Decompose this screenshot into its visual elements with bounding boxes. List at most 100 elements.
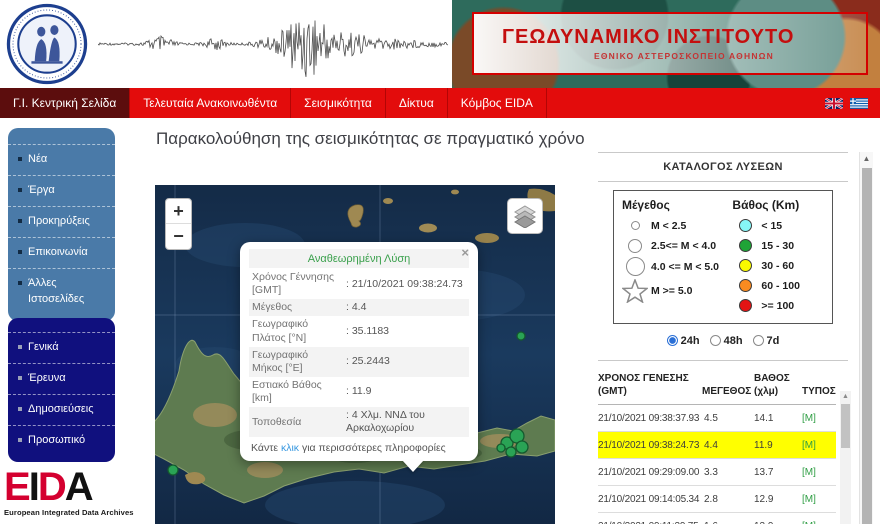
popup-row-value: : 4 Χλμ. ΝΝΔ του Αρκαλοχωρίου — [346, 409, 425, 435]
cell-type: [M] — [802, 493, 816, 505]
depth-circle — [738, 299, 752, 312]
map[interactable]: + − × Αναθεωρημένη Λύση Χρόνος Γέννησης … — [155, 185, 555, 524]
mid-depth-quakes-marker[interactable] — [515, 440, 529, 454]
magnitude-symbol-icon — [622, 221, 648, 230]
legend-magnitude-title: Μέγεθος — [622, 198, 670, 212]
magnitude-symbol-icon — [622, 238, 648, 253]
sidebar-item[interactable]: Προκηρύξεις — [8, 205, 115, 237]
more-info-link[interactable]: κλικ — [281, 442, 299, 454]
legend-depth-title: Βάθος (Km) — [732, 198, 800, 212]
popup-row-label: Γεωγραφικό Πλάτος [°N] — [252, 318, 309, 344]
sidebar-item[interactable]: Γενικά — [8, 332, 115, 363]
cell-type: [M] — [802, 412, 816, 424]
popup-row: Εστιακό Βάθος [km]: 11.9 — [249, 377, 469, 407]
cell-magnitude: 4.4 — [704, 439, 718, 451]
greek-flag-icon[interactable] — [850, 97, 868, 109]
divider — [598, 360, 848, 361]
radio-icon — [709, 335, 721, 346]
sidebar-item[interactable]: Έρευνα — [8, 362, 115, 394]
table-scrollbar-thumb[interactable] — [841, 404, 850, 448]
result-row[interactable]: 21/10/2021 09:14:05.34 2.8 12.9 [M] — [598, 486, 836, 513]
legend-magnitude-item: 2.5<= M < 4.0 — [622, 237, 732, 254]
sidebar-item-label: Έργα — [28, 183, 55, 196]
eida-letter: A — [64, 465, 94, 509]
sidebar-list-2: Γενικά Έρευνα Δημοσιεύσεις Προσωπικό — [8, 332, 115, 456]
result-row[interactable]: 21/10/2021 09:38:24.73 4.4 11.9 [M] — [598, 432, 836, 459]
cell-magnitude: 3.3 — [704, 466, 718, 478]
cell-magnitude: 4.5 — [704, 412, 718, 424]
cell-magnitude: 1.6 — [700, 521, 754, 524]
range-radio-24h[interactable]: 24h — [666, 334, 700, 347]
page-scroll-up-icon[interactable]: ▲ — [860, 152, 873, 166]
sidebar-item[interactable]: Έργα — [8, 174, 115, 206]
cell-time: 21/10/2021 09:11:39.75 — [598, 521, 700, 524]
legend-depth-item: >= 100 — [732, 297, 826, 314]
eida-logo[interactable]: EIDA European Integrated Data Archives — [4, 466, 134, 517]
uk-flag-icon[interactable] — [825, 97, 843, 109]
nav-item-3[interactable]: Σεισμικότητα — [291, 88, 386, 118]
scroll-up-icon[interactable]: ▲ — [840, 391, 851, 402]
popup-row-value: : 21/10/2021 09:38:24.73 — [346, 277, 463, 290]
sidebar-group-2: Γενικά Έρευνα Δημοσιεύσεις Προσωπικό — [8, 318, 115, 462]
layers-button[interactable] — [507, 198, 543, 234]
zoom-in-button[interactable]: + — [166, 199, 191, 224]
bullet-icon — [18, 249, 22, 254]
sidebar-item-label: Άλλες Ιστοσελίδες — [28, 276, 85, 305]
nav-item-5[interactable]: Κόμβος EIDA — [448, 88, 547, 118]
eida-wordmark: EIDA — [4, 466, 134, 508]
result-row[interactable]: 21/10/2021 09:38:37.93 4.5 14.1 [M] — [598, 405, 836, 432]
legend: Μέγεθος M < 2.5 2.5<= M < 4.0 4.0 <= M < 5… — [613, 190, 833, 324]
legend-magnitude-label: 4.0 <= M < 5.0 — [651, 260, 720, 273]
legend-depth-label: 30 - 60 — [761, 259, 795, 272]
result-row[interactable]: 21/10/2021 09:11:39.751.613.9[M] — [598, 513, 836, 524]
popup-row: Τοποθεσία: 4 Χλμ. ΝΝΔ του Αρκαλοχωρίου — [249, 407, 469, 438]
institute-banner[interactable]: ΓΕΩΔΥΝΑΜΙΚΟ ΙΝΣΤΙΤΟΥΤΟ ΕΘΝΙΚΟ ΑΣΤΕΡΟΣΚΟΠ… — [452, 0, 880, 88]
cell-type: [M] — [802, 466, 816, 478]
popup-footer-text2: για περισσότερες πληροφορίες — [299, 442, 446, 455]
eida-letter: I — [28, 465, 40, 509]
mid-depth-quakes-marker[interactable] — [516, 331, 526, 341]
header: ΓΕΩΔΥΝΑΜΙΚΟ ΙΝΣΤΙΤΟΥΤΟ ΕΘΝΙΚΟ ΑΣΤΕΡΟΣΚΟΠ… — [0, 0, 880, 88]
mid-depth-quakes-marker[interactable] — [505, 446, 517, 458]
popup-row-value: : 11.9 — [346, 385, 372, 398]
layers-icon — [514, 205, 536, 228]
popup-row: Γεωγραφικό Πλάτος [°N]: 35.1183 — [249, 316, 469, 346]
banner-frame: ΓΕΩΔΥΝΑΜΙΚΟ ΙΝΣΤΙΤΟΥΤΟ ΕΘΝΙΚΟ ΑΣΤΕΡΟΣΚΟΠ… — [472, 12, 868, 75]
table-scrollbar[interactable]: ▲ — [840, 391, 851, 524]
nav-item-4[interactable]: Δίκτυα — [386, 88, 448, 118]
page-scrollbar-thumb[interactable] — [862, 168, 872, 524]
observatory-logo[interactable] — [6, 3, 88, 85]
sidebar-item[interactable]: Επικοινωνία — [8, 236, 115, 268]
range-radio-7d[interactable]: 7d — [752, 335, 779, 347]
catalog-panel: ΚΑΤΑΛΟΓΟΣ ΛΥΣΕΩΝ Μέγεθος M < 2.5 2.5<= M … — [598, 152, 848, 524]
cell-time: 21/10/2021 09:38:24.73 — [598, 439, 700, 451]
sidebar-item[interactable]: Προσωπικό — [8, 424, 115, 456]
bullet-icon — [18, 218, 22, 223]
nav-item-1[interactable]: Γ.Ι. Κεντρική Σελίδα — [0, 88, 131, 118]
circle-outline-icon — [630, 221, 640, 230]
catalog-title: ΚΑΤΑΛΟΓΟΣ ΛΥΣΕΩΝ — [663, 161, 783, 173]
legend-magnitude-column: Μέγεθος M < 2.5 2.5<= M < 4.0 4.0 <= M < 5… — [622, 198, 732, 317]
sidebar-item[interactable]: Νέα — [8, 144, 115, 175]
close-icon[interactable]: × — [461, 246, 469, 259]
depth-circle — [738, 239, 752, 252]
result-row[interactable]: 21/10/2021 09:29:09.00 3.3 13.7 [M] — [598, 459, 836, 486]
sidebar-item-label: Νέα — [28, 153, 48, 165]
range-label: 24h — [680, 334, 700, 347]
sidebar-item[interactable]: Δημοσιεύσεις — [8, 393, 115, 425]
depth-color-icon — [732, 239, 758, 252]
popup-tail — [402, 460, 424, 473]
nav-item-2[interactable]: Τελευταία Ανακοινωθέντα — [130, 88, 292, 118]
zoom-out-button[interactable]: − — [166, 224, 191, 249]
mid-depth-quakes-marker[interactable] — [167, 464, 179, 476]
divider — [598, 181, 848, 182]
legend-magnitude-label: 2.5<= M < 4.0 — [651, 239, 717, 252]
sidebar-item-label: Γενικά — [28, 341, 59, 353]
page-title: Παρακολούθηση της σεισμικότητας σε πραγμ… — [156, 129, 585, 148]
sidebar-item[interactable]: Άλλες Ιστοσελίδες — [8, 267, 115, 315]
column-header: ΒΑΘΟΣ (χλμ) — [754, 373, 790, 397]
mid-depth-quakes-marker[interactable] — [496, 443, 506, 453]
popup-row: Χρόνος Γέννησης [GMT]: 21/10/2021 09:38:… — [249, 269, 469, 299]
page-scrollbar[interactable]: ▲ — [859, 152, 873, 524]
range-radio-48h[interactable]: 48h — [709, 335, 743, 347]
